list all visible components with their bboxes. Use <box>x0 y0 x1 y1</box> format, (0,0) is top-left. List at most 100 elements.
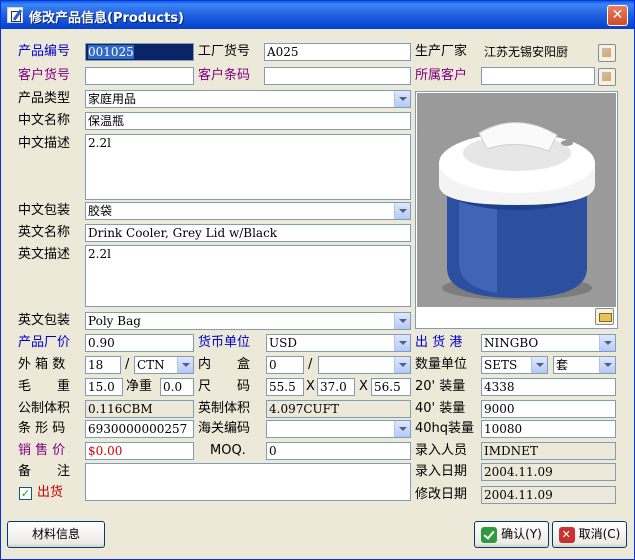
label-load40hq: 40hq装量 <box>415 421 475 436</box>
barcode-input[interactable]: 6930000000257 <box>85 420 194 438</box>
label-en-pack: 英文包装 <box>18 313 71 328</box>
label-load20: 20' 装量 <box>415 379 466 394</box>
slash: / <box>125 357 130 372</box>
label-factory-no: 工厂货号 <box>198 44 251 59</box>
entry-date-value: 2004.11.09 <box>481 463 616 481</box>
label-customer-no: 客户货号 <box>18 68 71 83</box>
entry-user-value: IMDNET <box>481 442 616 460</box>
moq-input[interactable]: 0 <box>266 442 411 460</box>
qty-unit2-select[interactable]: 套 <box>553 356 616 374</box>
size-length-input[interactable]: 55.5 <box>266 378 304 396</box>
product-no-input[interactable]: 001025 <box>85 43 194 61</box>
manufacturer-value: 江苏无锡安阳厨 <box>481 43 595 61</box>
cn-pack-select[interactable]: 胶袋 <box>85 202 411 220</box>
chevron-down-icon[interactable] <box>394 203 410 219</box>
cancel-shield-icon <box>558 526 575 543</box>
label-gross-weight: 毛 重 <box>18 379 71 394</box>
label-qty-unit: 数量单位 <box>415 357 468 372</box>
ok-button[interactable]: 确认(Y) <box>474 521 549 548</box>
label-sale-price: 销 售 价 <box>18 443 66 458</box>
chevron-down-icon[interactable] <box>394 357 410 373</box>
label-factory-price: 产品厂价 <box>18 335 71 350</box>
remark-textarea[interactable] <box>85 463 411 501</box>
label-size: 尺 码 <box>198 379 251 394</box>
chevron-down-icon[interactable] <box>177 357 193 373</box>
label-category: 产品类型 <box>18 91 71 106</box>
sale-price-input[interactable]: $0.00 <box>85 442 194 460</box>
close-button[interactable]: ✕ <box>607 5 628 26</box>
label-cn-desc: 中文描述 <box>18 136 71 151</box>
metric-volume-value: 0.116CBM <box>85 400 194 418</box>
currency-select[interactable]: USD <box>266 334 411 352</box>
label-moq: MOQ. <box>210 443 246 458</box>
label-port: 出 货 港 <box>415 335 463 350</box>
load40-input[interactable]: 9000 <box>481 400 616 418</box>
label-barcode: 条 形 码 <box>18 421 66 436</box>
qty-unit-select[interactable]: SETS <box>481 356 548 374</box>
chevron-down-icon[interactable] <box>531 357 547 373</box>
label-currency: 货币单位 <box>198 335 251 350</box>
en-desc-textarea[interactable]: 2.2l <box>85 245 411 307</box>
size-height-input[interactable]: 56.5 <box>371 378 411 396</box>
title-bar[interactable]: 修改产品信息(Products) ✕ <box>1 1 634 29</box>
label-shipped: 出货 <box>37 485 64 500</box>
load20-input[interactable]: 4338 <box>481 378 616 396</box>
factory-no-input[interactable]: A025 <box>264 43 411 61</box>
lookup-icon[interactable] <box>598 68 616 86</box>
label-outer-qty: 外 箱 数 <box>18 357 66 372</box>
window-title: 修改产品信息(Products) <box>29 11 184 26</box>
net-weight-input[interactable]: 0.0 <box>160 378 194 396</box>
label-imperial-volume: 英制体积 <box>198 401 251 416</box>
label-remark: 备 注 <box>18 464 71 479</box>
lookup-icon[interactable] <box>598 44 616 62</box>
category-select[interactable]: 家庭用品 <box>85 90 411 108</box>
size-width-input[interactable]: 37.0 <box>317 378 355 396</box>
factory-price-input[interactable]: 0.90 <box>85 334 194 352</box>
cn-name-input[interactable]: 保温瓶 <box>85 112 411 130</box>
label-cn-name: 中文名称 <box>18 113 71 128</box>
inner-box-input[interactable]: 0 <box>266 356 304 374</box>
customer-no-input[interactable] <box>85 67 194 85</box>
modify-date-value: 2004.11.09 <box>481 486 616 504</box>
shipped-checkbox[interactable]: ✓ <box>19 487 32 500</box>
label-modify-date: 修改日期 <box>415 487 468 502</box>
en-pack-select[interactable]: Poly Bag <box>85 312 411 330</box>
checkmark-shield-icon <box>481 526 498 543</box>
customer-barcode-input[interactable] <box>264 67 411 85</box>
label-en-desc: 英文描述 <box>18 247 71 262</box>
slash: / <box>308 357 313 372</box>
chevron-down-icon[interactable] <box>394 335 410 351</box>
cancel-button[interactable]: 取消(C) <box>552 521 627 548</box>
imperial-volume-value: 4.097CUFT <box>266 400 411 418</box>
outer-unit-select[interactable]: CTN <box>134 356 194 374</box>
label-customer-barcode: 客户条码 <box>198 68 251 83</box>
chevron-down-icon[interactable] <box>394 313 410 329</box>
label-entry-date: 录入日期 <box>415 464 468 479</box>
inner-unit-select[interactable] <box>318 356 411 374</box>
product-edit-window: 修改产品信息(Products) ✕ 产品编号 001025 工厂货号 A025… <box>0 0 635 560</box>
port-select[interactable]: NINGBO <box>481 334 616 352</box>
en-name-input[interactable]: Drink Cooler, Grey Lid w/Black <box>85 224 411 242</box>
drink-cooler-image <box>439 122 595 300</box>
label-load40: 40' 装量 <box>415 401 466 416</box>
gross-weight-input[interactable]: 15.0 <box>85 378 123 396</box>
chevron-down-icon[interactable] <box>394 421 410 437</box>
material-info-button[interactable]: 材料信息 <box>7 521 105 548</box>
outer-qty-input[interactable]: 18 <box>85 356 121 374</box>
label-hs-code: 海关编码 <box>198 421 251 436</box>
times-sign: X <box>306 379 315 394</box>
chevron-down-icon[interactable] <box>394 91 410 107</box>
label-product-no: 产品编号 <box>18 44 71 59</box>
chevron-down-icon[interactable] <box>599 335 615 351</box>
label-en-name: 英文名称 <box>18 225 71 240</box>
label-net-weight: 净重 <box>126 379 153 394</box>
folder-icon[interactable] <box>595 308 614 325</box>
chevron-down-icon[interactable] <box>599 357 615 373</box>
cn-desc-textarea[interactable]: 2.2l <box>85 134 411 200</box>
label-customer: 所属客户 <box>415 68 468 83</box>
label-inner-box: 内 盒 <box>198 357 251 372</box>
customer-input[interactable] <box>481 67 595 85</box>
load40hq-input[interactable]: 10080 <box>481 420 616 438</box>
hs-code-select[interactable] <box>266 420 411 438</box>
label-metric-volume: 公制体积 <box>18 401 71 416</box>
